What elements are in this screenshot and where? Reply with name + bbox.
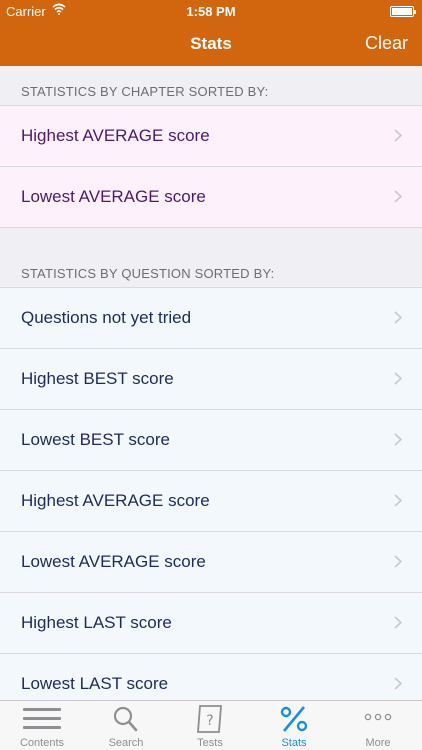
question-highest-average-row[interactable]: Highest AVERAGE score <box>0 471 422 532</box>
status-bar: Carrier 1:58 PM <box>0 0 422 22</box>
tab-label: Tests <box>197 737 223 749</box>
chevron-right-icon <box>394 129 402 142</box>
tab-more[interactable]: More <box>336 701 420 750</box>
chapter-highest-average-row[interactable]: Highest AVERAGE score <box>0 106 422 167</box>
chevron-right-icon <box>394 190 402 203</box>
question-lowest-last-row[interactable]: Lowest LAST score <box>0 654 422 700</box>
status-time: 1:58 PM <box>186 4 236 19</box>
more-dots-icon <box>364 713 392 721</box>
stats-list[interactable]: STATISTICS BY CHAPTER SORTED BY: Highest… <box>0 66 422 700</box>
row-label: Highest AVERAGE score <box>21 126 210 145</box>
chapter-lowest-average-row[interactable]: Lowest AVERAGE score <box>0 167 422 228</box>
chevron-right-icon <box>394 311 402 324</box>
tab-label: More <box>365 737 391 749</box>
chevron-right-icon <box>394 433 402 446</box>
page-title: Stats <box>190 34 232 53</box>
chevron-right-icon <box>394 372 402 385</box>
tab-stats[interactable]: Stats <box>252 701 336 750</box>
question-lowest-average-row[interactable]: Lowest AVERAGE score <box>0 532 422 593</box>
row-label: Questions not yet tried <box>21 308 192 327</box>
chevron-right-icon <box>394 555 402 568</box>
tab-label: Stats <box>281 737 307 749</box>
row-label: Highest BEST score <box>21 369 174 388</box>
svg-text:?: ? <box>206 713 213 729</box>
question-highest-best-row[interactable]: Highest BEST score <box>0 349 422 410</box>
list-icon <box>23 708 61 729</box>
percent-icon <box>280 706 308 732</box>
row-label: Lowest AVERAGE score <box>21 187 206 206</box>
tab-label: Search <box>108 737 144 749</box>
question-lowest-best-row[interactable]: Lowest BEST score <box>0 410 422 471</box>
magnifier-icon <box>113 706 138 732</box>
chevron-right-icon <box>394 616 402 629</box>
tab-contents[interactable]: Contents <box>0 701 84 750</box>
question-section-header: STATISTICS BY QUESTION SORTED BY: <box>0 248 422 288</box>
tab-search[interactable]: Search <box>84 701 168 750</box>
question-paper-icon: ? <box>197 705 222 733</box>
clear-button[interactable]: Clear <box>365 33 408 54</box>
row-label: Highest LAST score <box>21 613 172 632</box>
tab-bar: Contents Search ? Tests Stats More <box>0 700 422 750</box>
row-label: Highest AVERAGE score <box>21 491 210 510</box>
row-label: Lowest AVERAGE score <box>21 552 206 571</box>
tab-label: Contents <box>19 737 65 749</box>
chapter-section-header: STATISTICS BY CHAPTER SORTED BY: <box>0 66 422 106</box>
nav-bar: Stats Clear <box>0 22 422 66</box>
tab-tests[interactable]: ? Tests <box>168 701 252 750</box>
row-label: Lowest LAST score <box>21 674 169 693</box>
battery-icon <box>390 6 416 17</box>
chapter-section: STATISTICS BY CHAPTER SORTED BY: Highest… <box>0 66 422 228</box>
question-section: STATISTICS BY QUESTION SORTED BY: Questi… <box>0 248 422 700</box>
question-highest-last-row[interactable]: Highest LAST score <box>0 593 422 654</box>
row-label: Lowest BEST score <box>21 430 170 449</box>
chevron-right-icon <box>394 494 402 507</box>
chevron-right-icon <box>394 677 402 690</box>
questions-not-yet-tried-row[interactable]: Questions not yet tried <box>0 288 422 349</box>
